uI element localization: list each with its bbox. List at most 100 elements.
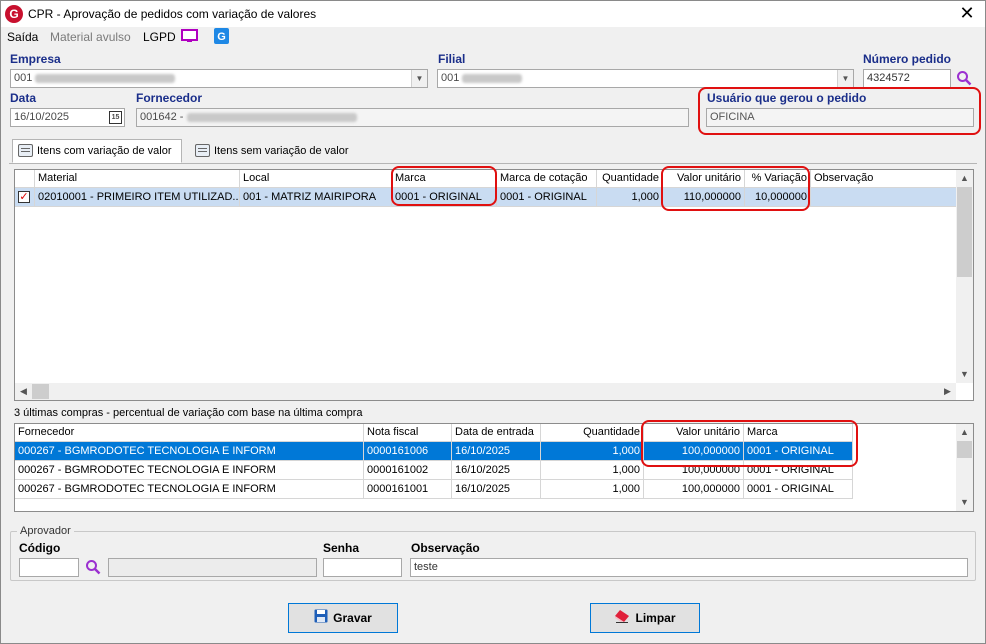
col-valor-unitario[interactable]: Valor unitário xyxy=(663,170,745,188)
items-grid: Material Local Marca Marca de cotação Qu… xyxy=(14,169,974,401)
cell-marca: 0001 - ORIGINAL xyxy=(744,480,853,499)
col-quantidade[interactable]: Quantidade xyxy=(541,424,644,442)
history-grid: Fornecedor Nota fiscal Data de entrada Q… xyxy=(14,423,974,512)
col-data-entrada[interactable]: Data de entrada xyxy=(452,424,541,442)
cell-nota: 0000161001 xyxy=(364,480,452,499)
scroll-right-icon[interactable]: ▶ xyxy=(939,383,956,400)
filial-label: Filial xyxy=(438,52,466,66)
cell-data: 16/10/2025 xyxy=(452,480,541,499)
cell-data: 16/10/2025 xyxy=(452,442,541,461)
senha-label: Senha xyxy=(323,541,360,555)
scroll-thumb-h[interactable] xyxy=(32,384,49,399)
scroll-down-icon[interactable]: ▼ xyxy=(956,366,973,383)
cell-fornecedor: 000267 - BGMRODOTEC TECNOLOGIA E INFORM xyxy=(15,442,364,461)
scroll-up-icon[interactable]: ▲ xyxy=(956,170,973,187)
app-logo-icon: G xyxy=(5,5,23,23)
svg-text:G: G xyxy=(217,31,226,43)
tab-itens-com-variacao[interactable]: Itens com variação de valor xyxy=(12,139,182,163)
grid-header-check xyxy=(15,170,35,188)
cell-data: 16/10/2025 xyxy=(452,461,541,480)
search-icon[interactable] xyxy=(956,70,972,89)
gravar-button[interactable]: Gravar xyxy=(288,603,398,633)
usuario-field: OFICINA xyxy=(706,108,974,127)
horizontal-scrollbar[interactable]: ◀ ▶ xyxy=(15,383,956,400)
menu-saida[interactable]: Saída xyxy=(7,30,38,44)
cell-valor: 100,000000 xyxy=(644,442,744,461)
chevron-down-icon[interactable]: ▼ xyxy=(837,70,853,87)
search-icon[interactable] xyxy=(85,559,101,578)
observacao-label: Observação xyxy=(411,541,480,555)
col-fornecedor[interactable]: Fornecedor xyxy=(15,424,364,442)
vertical-scrollbar[interactable]: ▲ ▼ xyxy=(956,424,973,511)
monitor-icon[interactable] xyxy=(181,28,198,44)
cell-quantidade: 1,000 xyxy=(541,480,644,499)
col-quantidade[interactable]: Quantidade xyxy=(597,170,663,188)
cell-valor: 100,000000 xyxy=(644,461,744,480)
row-checkbox-cell[interactable]: ✓ xyxy=(15,188,35,207)
menu-bar: Saída Material avulso LGPD G xyxy=(1,27,985,47)
col-local[interactable]: Local xyxy=(240,170,392,188)
list-icon xyxy=(195,144,210,157)
data-input[interactable]: 16/10/2025 15 xyxy=(10,108,125,127)
gravar-label: Gravar xyxy=(333,611,372,625)
col-marca[interactable]: Marca xyxy=(744,424,853,442)
save-icon xyxy=(314,605,328,633)
cell-quantidade: 1,000 xyxy=(541,442,644,461)
col-marca-cotacao[interactable]: Marca de cotação xyxy=(497,170,597,188)
tab-divider xyxy=(9,163,977,164)
col-material[interactable]: Material xyxy=(35,170,240,188)
cell-variacao: 10,000000 xyxy=(745,188,811,207)
cell-quantidade: 1,000 xyxy=(597,188,663,207)
main-window: G CPR - Aprovação de pedidos com variaçã… xyxy=(0,0,986,644)
limpar-label: Limpar xyxy=(635,611,676,625)
cell-material: 02010001 - PRIMEIRO ITEM UTILIZAD... xyxy=(35,188,240,207)
history-caption: 3 últimas compras - percentual de variaç… xyxy=(14,407,363,419)
g-app-icon[interactable]: G xyxy=(213,28,230,44)
filial-select[interactable]: 001 ▼ xyxy=(437,69,854,88)
cell-fornecedor: 000267 - BGMRODOTEC TECNOLOGIA E INFORM xyxy=(15,480,364,499)
tab-bar: Itens com variação de valor Itens sem va… xyxy=(9,139,977,165)
col-variacao[interactable]: % Variação xyxy=(745,170,811,188)
numero-pedido-input[interactable]: 4324572 xyxy=(863,69,951,88)
scroll-up-icon[interactable]: ▲ xyxy=(956,424,973,441)
cell-marca: 0001 - ORIGINAL xyxy=(744,461,853,480)
chevron-down-icon[interactable]: ▼ xyxy=(411,70,427,87)
cell-fornecedor: 000267 - BGMRODOTEC TECNOLOGIA E INFORM xyxy=(15,461,364,480)
cell-valor: 100,000000 xyxy=(644,480,744,499)
col-nota-fiscal[interactable]: Nota fiscal xyxy=(364,424,452,442)
codigo-input[interactable] xyxy=(19,558,79,577)
fornecedor-field: 001642 - xyxy=(136,108,689,127)
calendar-icon[interactable]: 15 xyxy=(109,111,122,124)
cell-marca: 0001 - ORIGINAL xyxy=(744,442,853,461)
eraser-icon xyxy=(614,605,630,633)
cell-observacao xyxy=(811,188,957,207)
tab-itens-sem-variacao[interactable]: Itens sem variação de valor xyxy=(189,139,359,163)
scroll-thumb[interactable] xyxy=(957,441,972,458)
empresa-label: Empresa xyxy=(10,52,61,66)
col-valor-unitario[interactable]: Valor unitário xyxy=(644,424,744,442)
aprovador-group-title: Aprovador xyxy=(17,525,74,537)
senha-input[interactable] xyxy=(323,558,402,577)
menu-material-avulso: Material avulso xyxy=(50,30,131,44)
vertical-scrollbar[interactable]: ▲ ▼ xyxy=(956,170,973,383)
list-icon xyxy=(18,144,33,157)
observacao-input[interactable]: teste xyxy=(410,558,968,577)
codigo-label: Código xyxy=(19,541,61,555)
limpar-button[interactable]: Limpar xyxy=(590,603,700,633)
cell-local: 001 - MATRIZ MAIRIPORA xyxy=(240,188,392,207)
close-icon[interactable]: ✕ xyxy=(957,3,977,23)
row-checkbox[interactable]: ✓ xyxy=(18,191,30,203)
cell-nota: 0000161002 xyxy=(364,461,452,480)
menu-lgpd[interactable]: LGPD xyxy=(143,30,176,44)
cell-nota: 0000161006 xyxy=(364,442,452,461)
aprovador-name-field xyxy=(108,558,317,577)
fornecedor-label: Fornecedor xyxy=(136,91,203,105)
scroll-left-icon[interactable]: ◀ xyxy=(15,383,32,400)
scroll-down-icon[interactable]: ▼ xyxy=(956,494,973,511)
numero-pedido-label: Número pedido xyxy=(863,52,952,66)
col-observacao[interactable]: Observação xyxy=(811,170,957,188)
col-marca[interactable]: Marca xyxy=(392,170,497,188)
empresa-select[interactable]: 001 ▼ xyxy=(10,69,428,88)
data-label: Data xyxy=(10,91,37,105)
scroll-thumb[interactable] xyxy=(957,187,972,277)
